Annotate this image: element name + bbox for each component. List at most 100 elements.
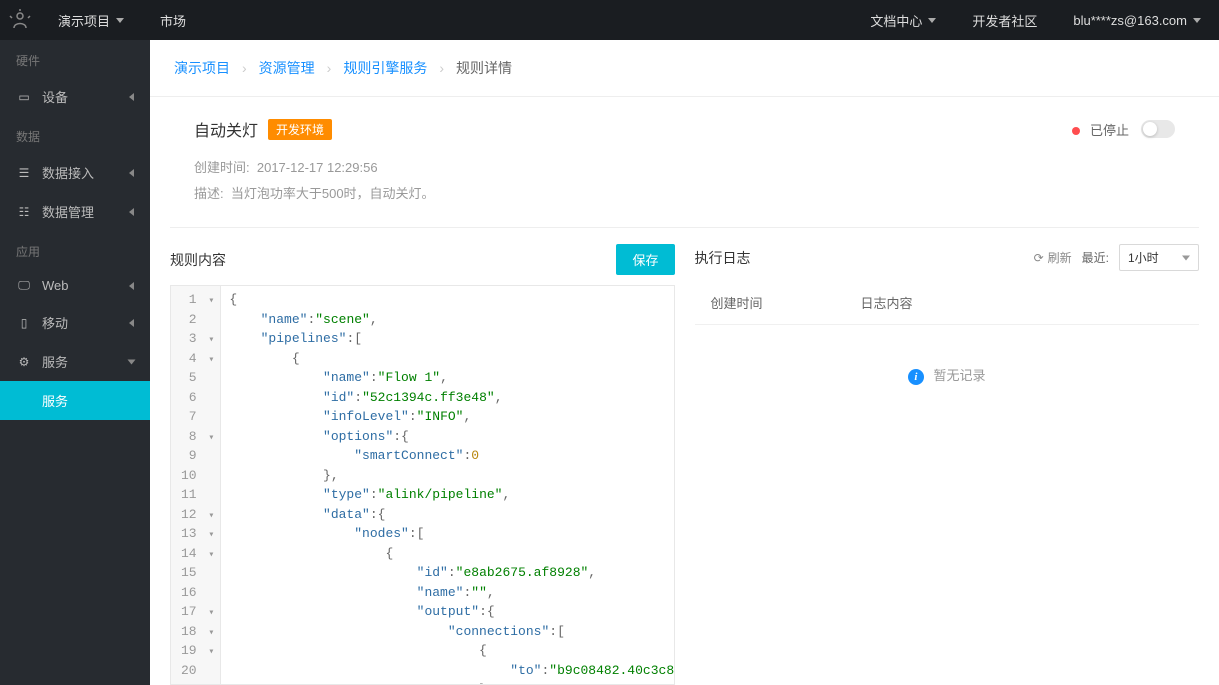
- sidebar-item-device[interactable]: ▭ 设备: [0, 77, 150, 116]
- gutter-line: 7: [181, 407, 214, 427]
- sidebar-item-data-mgmt[interactable]: ☷ 数据管理: [0, 192, 150, 231]
- sidebar-subitem-service[interactable]: 服务: [0, 381, 150, 420]
- code-line: "output":{: [229, 602, 665, 622]
- gutter-line: 1 ▾: [181, 290, 214, 310]
- log-col-content: 日志内容: [861, 293, 1184, 312]
- sidebar-item-web[interactable]: 🖵 Web: [0, 268, 150, 303]
- code-line: "type":"alink/pipeline",: [229, 485, 665, 505]
- gutter-line: 18 ▾: [181, 622, 214, 642]
- breadcrumb-separator: ›: [242, 60, 247, 76]
- code-line: {: [229, 544, 665, 564]
- project-dropdown[interactable]: 演示项目: [40, 0, 142, 40]
- sidebar-section-app: 应用: [0, 231, 150, 268]
- breadcrumb-project[interactable]: 演示项目: [174, 58, 230, 78]
- code-editor[interactable]: 1 ▾2 3 ▾4 ▾5 6 7 8 ▾9 10 11 12 ▾13 ▾14 ▾…: [170, 285, 675, 685]
- sidebar-item-service[interactable]: ⚙ 服务: [0, 342, 150, 381]
- code-line: "name":"",: [229, 583, 665, 603]
- code-line: "nodes":[: [229, 524, 665, 544]
- gutter-line: 17 ▾: [181, 602, 214, 622]
- chevron-left-icon: [129, 319, 134, 327]
- time-range-select[interactable]: 1小时: [1119, 244, 1199, 271]
- rule-content-title: 规则内容: [170, 250, 226, 270]
- log-table-header: 创建时间 日志内容: [695, 281, 1200, 325]
- gutter-line: 4 ▾: [181, 349, 214, 369]
- breadcrumb-resource[interactable]: 资源管理: [259, 58, 315, 78]
- data-mgmt-icon: ☷: [16, 205, 32, 219]
- gutter-line: 2: [181, 310, 214, 330]
- mobile-icon: ▯: [16, 316, 32, 330]
- sidebar-section-hardware: 硬件: [0, 40, 150, 77]
- sidebar-section-data: 数据: [0, 116, 150, 153]
- main-content: 演示项目 › 资源管理 › 规则引擎服务 › 规则详情 自动关灯 开发环境 已停…: [150, 40, 1219, 685]
- log-empty-state: i 暂无记录: [695, 325, 1200, 425]
- code-line: "connections":[: [229, 622, 665, 642]
- code-line: "data":{: [229, 505, 665, 525]
- nav-doc-center[interactable]: 文档中心: [852, 0, 954, 40]
- breadcrumb-current: 规则详情: [456, 58, 512, 78]
- code-line: "smartConnect":0: [229, 446, 665, 466]
- log-title: 执行日志: [695, 248, 751, 268]
- gutter-line: 12 ▾: [181, 505, 214, 525]
- gutter-line: 5: [181, 368, 214, 388]
- gutter-line: 13 ▾: [181, 524, 214, 544]
- nav-market[interactable]: 市场: [142, 0, 204, 40]
- description-row: 描述: 当灯泡功率大于500时，自动关灯。: [194, 181, 1175, 207]
- log-col-time: 创建时间: [711, 293, 861, 312]
- chevron-left-icon: [129, 282, 134, 290]
- chevron-down-icon: [128, 359, 136, 364]
- log-panel: 执行日志 ⟳ 刷新 最近: 1小时 创建时间 日志内容: [695, 244, 1200, 425]
- sidebar: 硬件 ▭ 设备 数据 ☰ 数据接入 ☷ 数据管理 应用 🖵 Web ▯ 移动: [0, 40, 150, 685]
- gutter-line: 3 ▾: [181, 329, 214, 349]
- chevron-left-icon: [129, 169, 134, 177]
- code-line: "to":"b9c08482.40c3c8": [229, 661, 665, 681]
- save-button[interactable]: 保存: [616, 244, 674, 275]
- gutter-line: 14 ▾: [181, 544, 214, 564]
- chevron-left-icon: [129, 93, 134, 101]
- status-badge: 已停止: [1072, 120, 1129, 139]
- rule-title: 自动关灯: [194, 117, 258, 141]
- user-menu[interactable]: blu****zs@163.com: [1055, 0, 1219, 40]
- breadcrumb-separator: ›: [327, 60, 332, 76]
- recent-label: 最近:: [1082, 249, 1109, 266]
- caret-down-icon: [1193, 18, 1201, 23]
- code-line: {: [229, 349, 665, 369]
- rule-header: 自动关灯 开发环境 已停止 创建时间: 2017-12-17 12:29:56: [170, 97, 1199, 228]
- code-line: "pipelines":[: [229, 329, 665, 349]
- refresh-icon: ⟳: [1034, 251, 1044, 265]
- breadcrumb-separator: ›: [439, 60, 444, 76]
- nav-dev-community[interactable]: 开发者社区: [954, 0, 1055, 40]
- refresh-button[interactable]: ⟳ 刷新: [1034, 249, 1072, 266]
- sidebar-item-mobile[interactable]: ▯ 移动: [0, 303, 150, 342]
- code-line: "options":{: [229, 427, 665, 447]
- device-icon: ▭: [16, 90, 32, 104]
- gutter-line: 6: [181, 388, 214, 408]
- gutter-line: 10: [181, 466, 214, 486]
- editor-gutter: 1 ▾2 3 ▾4 ▾5 6 7 8 ▾9 10 11 12 ▾13 ▾14 ▾…: [171, 286, 221, 684]
- env-tag: 开发环境: [268, 119, 332, 140]
- gutter-line: 20: [181, 661, 214, 681]
- code-line: "infoLevel":"INFO",: [229, 407, 665, 427]
- caret-down-icon: [928, 18, 936, 23]
- breadcrumb-rule-engine[interactable]: 规则引擎服务: [343, 58, 427, 78]
- code-line: {: [229, 290, 665, 310]
- gutter-line: 11: [181, 485, 214, 505]
- status-dot-icon: [1072, 127, 1080, 135]
- gutter-line: 16: [181, 583, 214, 603]
- code-line: "name":"Flow 1",: [229, 368, 665, 388]
- rule-content-panel: 规则内容 保存 1 ▾2 3 ▾4 ▾5 6 7 8 ▾9 10 11 12 ▾…: [170, 244, 675, 685]
- code-line: {: [229, 641, 665, 661]
- sidebar-item-data-access[interactable]: ☰ 数据接入: [0, 153, 150, 192]
- enable-toggle[interactable]: [1141, 120, 1175, 138]
- user-email: blu****zs@163.com: [1073, 13, 1187, 28]
- gutter-line: 9: [181, 446, 214, 466]
- code-line: },: [229, 466, 665, 486]
- top-navbar: 演示项目 市场 文档中心 开发者社区 blu****zs@163.com: [0, 0, 1219, 40]
- gutter-line: 21: [181, 680, 214, 685]
- code-line: "id":"e8ab2675.af8928",: [229, 563, 665, 583]
- caret-down-icon: [116, 18, 124, 23]
- created-time-row: 创建时间: 2017-12-17 12:29:56: [194, 155, 1175, 181]
- info-icon: i: [908, 369, 924, 385]
- code-line: "name":"scene",: [229, 310, 665, 330]
- logo-icon[interactable]: [0, 0, 40, 40]
- editor-code[interactable]: { "name":"scene", "pipelines":[ { "name"…: [221, 286, 673, 684]
